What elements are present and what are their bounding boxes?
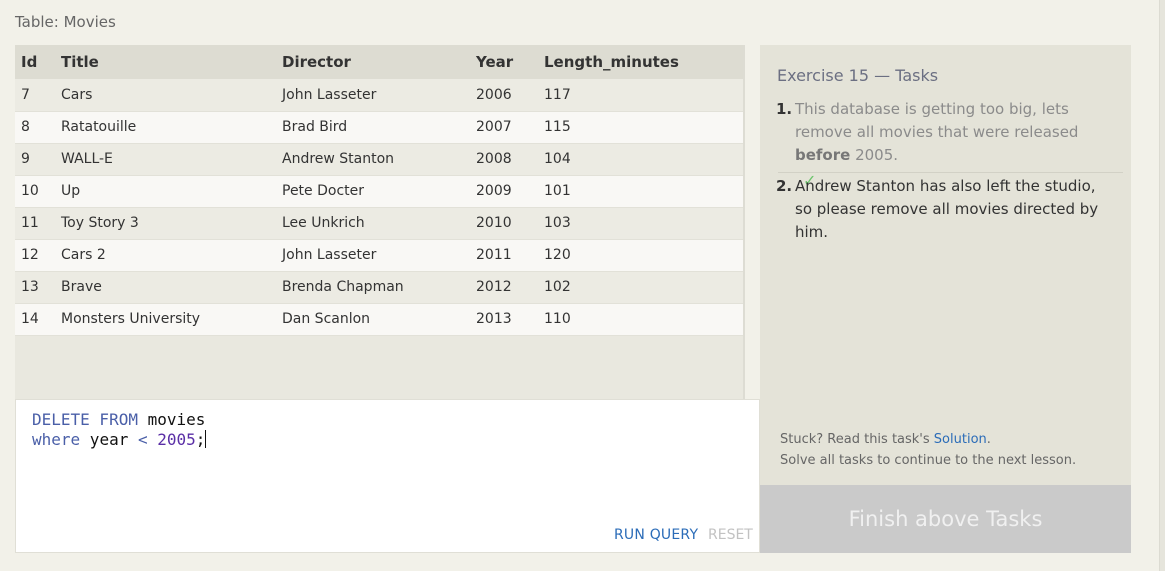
cell-title: Ratatouille xyxy=(55,111,276,144)
table-row: 13 Brave Brenda Chapman 2012 102 xyxy=(15,271,744,304)
tasks-panel: Exercise 15 — Tasks 1. This database is … xyxy=(760,45,1131,485)
table-row: 8 Ratatouille Brad Bird 2007 115 xyxy=(15,111,744,144)
table-row: 9 WALL-E Andrew Stanton 2008 104 xyxy=(15,143,744,176)
run-query-button[interactable]: RUN QUERY xyxy=(614,527,698,543)
task-text: Andrew Stanton has also left the studio,… xyxy=(795,177,1099,241)
column-header-title: Title xyxy=(55,45,276,79)
cell-title: Cars 2 xyxy=(55,239,276,272)
task-number: 2. xyxy=(776,177,793,195)
cell-length: 110 xyxy=(538,303,744,336)
table-row: 11 Toy Story 3 Lee Unkrich 2010 103 xyxy=(15,207,744,240)
table-header-row: Id Title Director Year Length_minutes xyxy=(15,45,744,79)
cell-length: 103 xyxy=(538,207,744,240)
cell-director: Pete Docter xyxy=(276,175,470,208)
cell-id: 13 xyxy=(15,271,55,304)
cell-length: 104 xyxy=(538,143,744,176)
cell-title: Monsters University xyxy=(55,303,276,336)
window-right-edge xyxy=(1159,0,1165,571)
column-header-id: Id xyxy=(15,45,55,79)
table-body: 7 Cars John Lasseter 2006 117 8 Ratatoui… xyxy=(15,79,744,336)
table-row: 7 Cars John Lasseter 2006 117 xyxy=(15,79,744,112)
task-text-bold: before xyxy=(795,146,851,164)
cell-director: John Lasseter xyxy=(276,239,470,272)
cell-id: 12 xyxy=(15,239,55,272)
cell-year: 2013 xyxy=(470,303,538,336)
sql-operator: < xyxy=(137,430,148,449)
cell-length: 102 xyxy=(538,271,744,304)
column-header-year: Year xyxy=(470,45,538,79)
stuck-prefix: Stuck? Read this task's xyxy=(780,432,934,447)
cell-year: 2006 xyxy=(470,79,538,112)
cell-title: Brave xyxy=(55,271,276,304)
cell-title: Cars xyxy=(55,79,276,112)
solution-link[interactable]: Solution xyxy=(934,432,987,447)
sql-number: 2005 xyxy=(147,430,196,449)
continue-text: Solve all tasks to continue to the next … xyxy=(780,453,1077,468)
sql-keyword-delete-from: DELETE FROM xyxy=(32,410,138,429)
cell-year: 2008 xyxy=(470,143,538,176)
cell-title: WALL-E xyxy=(55,143,276,176)
cell-id: 9 xyxy=(15,143,55,176)
cell-year: 2011 xyxy=(470,239,538,272)
text-caret xyxy=(205,430,207,448)
tasks-title: Exercise 15 — Tasks xyxy=(777,66,939,85)
help-text: Stuck? Read this task's Solution. Solve … xyxy=(780,429,1076,471)
task-text-part: 2005. xyxy=(850,146,899,164)
cell-length: 117 xyxy=(538,79,744,112)
cell-director: John Lasseter xyxy=(276,79,470,112)
cell-id: 7 xyxy=(15,79,55,112)
task-divider xyxy=(778,172,1123,173)
task-item-2: 2. Andrew Stanton has also left the stud… xyxy=(776,175,1116,244)
results-table: Id Title Director Year Length_minutes 7 … xyxy=(15,45,744,336)
cell-length: 120 xyxy=(538,239,744,272)
cell-title: Up xyxy=(55,175,276,208)
cell-director: Lee Unkrich xyxy=(276,207,470,240)
cell-title: Toy Story 3 xyxy=(55,207,276,240)
cell-year: 2012 xyxy=(470,271,538,304)
sql-editor[interactable]: DELETE FROM movies where year < 2005; RU… xyxy=(15,399,760,553)
cell-id: 10 xyxy=(15,175,55,208)
table-row: 12 Cars 2 John Lasseter 2011 120 xyxy=(15,239,744,272)
table-row: 10 Up Pete Docter 2009 101 xyxy=(15,175,744,208)
cell-director: Andrew Stanton xyxy=(276,143,470,176)
reset-button[interactable]: RESET xyxy=(708,527,753,543)
table-row: 14 Monsters University Dan Scanlon 2013 … xyxy=(15,303,744,336)
sql-keyword-where: where xyxy=(32,430,81,449)
stuck-suffix: . xyxy=(986,432,991,447)
column-header-director: Director xyxy=(276,45,470,79)
sql-semicolon: ; xyxy=(195,430,206,449)
results-table-panel: Id Title Director Year Length_minutes 7 … xyxy=(15,45,745,399)
cell-year: 2010 xyxy=(470,207,538,240)
table-caption: Table: Movies xyxy=(15,13,116,31)
cell-director: Dan Scanlon xyxy=(276,303,470,336)
cell-id: 11 xyxy=(15,207,55,240)
finish-tasks-button[interactable]: Finish above Tasks xyxy=(760,485,1131,553)
cell-year: 2007 xyxy=(470,111,538,144)
column-header-length: Length_minutes xyxy=(538,45,744,79)
task-number: 1. xyxy=(776,100,793,118)
cell-id: 14 xyxy=(15,303,55,336)
cell-length: 115 xyxy=(538,111,744,144)
sql-code-text[interactable]: DELETE FROM movies where year < 2005; xyxy=(32,410,207,450)
table-scroll-gutter xyxy=(743,45,745,399)
cell-director: Brad Bird xyxy=(276,111,470,144)
cell-length: 101 xyxy=(538,175,744,208)
cell-year: 2009 xyxy=(470,175,538,208)
cell-id: 8 xyxy=(15,111,55,144)
task-text-part: This database is getting too big, lets r… xyxy=(795,100,1079,141)
cell-director: Brenda Chapman xyxy=(276,271,470,304)
sql-column-name: year xyxy=(80,430,138,449)
sql-table-name: movies xyxy=(137,410,206,429)
